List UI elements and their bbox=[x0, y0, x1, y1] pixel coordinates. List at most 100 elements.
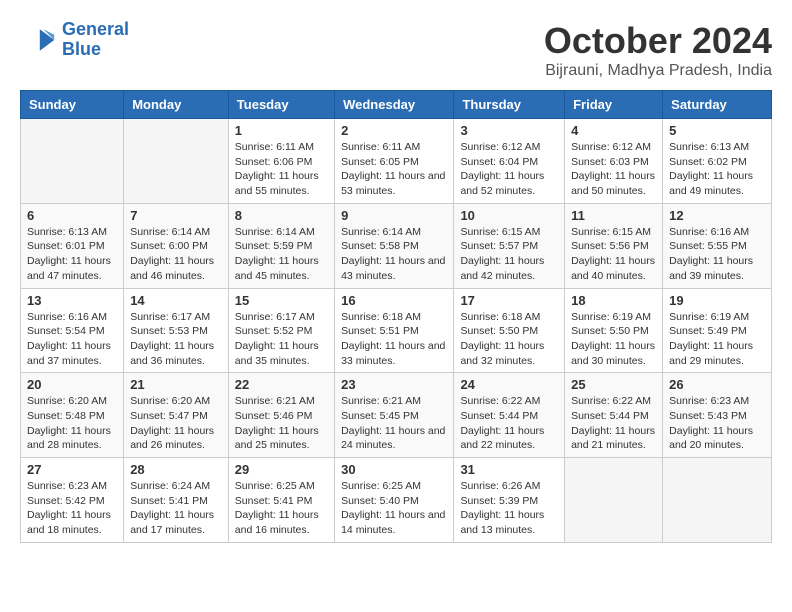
day-number: 4 bbox=[571, 123, 656, 138]
calendar-week-row: 13 Sunrise: 6:16 AMSunset: 5:54 PMDayligh… bbox=[21, 288, 772, 373]
day-number: 15 bbox=[235, 293, 328, 308]
day-detail: Sunrise: 6:25 AMSunset: 5:40 PMDaylight:… bbox=[341, 479, 447, 538]
day-number: 31 bbox=[460, 462, 558, 477]
calendar-week-row: 27Sunrise: 6:23 AMSunset: 5:42 PMDayligh… bbox=[21, 458, 772, 543]
day-detail: Sunrise: 6:11 AMSunset: 6:06 PMDaylight:… bbox=[235, 140, 328, 199]
day-detail: Sunrise: 6:18 AMSunset: 5:50 PMDaylight:… bbox=[460, 310, 558, 369]
calendar-cell: 2 Sunrise: 6:11 AMSunset: 6:05 PMDaylight… bbox=[335, 119, 454, 204]
logo-icon bbox=[20, 22, 56, 58]
day-detail: Sunrise: 6:17 AMSunset: 5:52 PMDaylight:… bbox=[235, 310, 328, 369]
day-number: 3 bbox=[460, 123, 558, 138]
calendar-cell bbox=[663, 458, 772, 543]
day-detail: Sunrise: 6:19 AMSunset: 5:50 PMDaylight:… bbox=[571, 310, 656, 369]
day-number: 6 bbox=[27, 208, 117, 223]
calendar-body: 1 Sunrise: 6:11 AMSunset: 6:06 PMDaylight… bbox=[21, 119, 772, 543]
calendar-cell: 31 Sunrise: 6:26 AMSunset: 5:39 PMDayligh… bbox=[454, 458, 565, 543]
calendar-cell bbox=[124, 119, 229, 204]
day-detail: Sunrise: 6:16 AMSunset: 5:54 PMDaylight:… bbox=[27, 310, 117, 369]
calendar-cell: 14 Sunrise: 6:17 AMSunset: 5:53 PMDayligh… bbox=[124, 288, 229, 373]
calendar-cell: 26 Sunrise: 6:23 AMSunset: 5:43 PMDayligh… bbox=[663, 373, 772, 458]
calendar-cell: 10Sunrise: 6:15 AMSunset: 5:57 PMDayligh… bbox=[454, 203, 565, 288]
calendar-table: SundayMondayTuesdayWednesdayThursdayFrid… bbox=[20, 90, 772, 543]
calendar-cell: 4 Sunrise: 6:12 AMSunset: 6:03 PMDaylight… bbox=[565, 119, 663, 204]
day-detail: Sunrise: 6:13 AMSunset: 6:02 PMDaylight:… bbox=[669, 140, 765, 199]
calendar-cell: 29 Sunrise: 6:25 AMSunset: 5:41 PMDayligh… bbox=[228, 458, 334, 543]
weekday-header-friday: Friday bbox=[565, 91, 663, 119]
day-number: 2 bbox=[341, 123, 447, 138]
calendar-cell: 18Sunrise: 6:19 AMSunset: 5:50 PMDayligh… bbox=[565, 288, 663, 373]
day-number: 5 bbox=[669, 123, 765, 138]
month-title: October 2024 bbox=[544, 20, 772, 62]
calendar-cell: 1 Sunrise: 6:11 AMSunset: 6:06 PMDaylight… bbox=[228, 119, 334, 204]
day-detail: Sunrise: 6:12 AMSunset: 6:03 PMDaylight:… bbox=[571, 140, 656, 199]
calendar-cell: 21 Sunrise: 6:20 AMSunset: 5:47 PMDayligh… bbox=[124, 373, 229, 458]
logo-line2: Blue bbox=[62, 39, 101, 59]
calendar-cell: 20Sunrise: 6:20 AMSunset: 5:48 PMDayligh… bbox=[21, 373, 124, 458]
calendar-cell bbox=[565, 458, 663, 543]
day-detail: Sunrise: 6:26 AMSunset: 5:39 PMDaylight:… bbox=[460, 479, 558, 538]
calendar-week-row: 20Sunrise: 6:20 AMSunset: 5:48 PMDayligh… bbox=[21, 373, 772, 458]
day-detail: Sunrise: 6:14 AMSunset: 6:00 PMDaylight:… bbox=[130, 225, 222, 284]
calendar-cell: 11 Sunrise: 6:15 AMSunset: 5:56 PMDayligh… bbox=[565, 203, 663, 288]
day-number: 23 bbox=[341, 377, 447, 392]
day-number: 1 bbox=[235, 123, 328, 138]
logo: General Blue bbox=[20, 20, 129, 60]
day-detail: Sunrise: 6:11 AMSunset: 6:05 PMDaylight:… bbox=[341, 140, 447, 199]
logo-line1: General bbox=[62, 19, 129, 39]
weekday-header-tuesday: Tuesday bbox=[228, 91, 334, 119]
day-number: 14 bbox=[130, 293, 222, 308]
day-detail: Sunrise: 6:17 AMSunset: 5:53 PMDaylight:… bbox=[130, 310, 222, 369]
calendar-cell: 8 Sunrise: 6:14 AMSunset: 5:59 PMDaylight… bbox=[228, 203, 334, 288]
day-number: 9 bbox=[341, 208, 447, 223]
page-header: General Blue October 2024 Bijrauni, Madh… bbox=[20, 20, 772, 80]
day-number: 21 bbox=[130, 377, 222, 392]
calendar-cell: 6 Sunrise: 6:13 AMSunset: 6:01 PMDaylight… bbox=[21, 203, 124, 288]
day-number: 12 bbox=[669, 208, 765, 223]
day-detail: Sunrise: 6:14 AMSunset: 5:58 PMDaylight:… bbox=[341, 225, 447, 284]
calendar-cell: 12Sunrise: 6:16 AMSunset: 5:55 PMDayligh… bbox=[663, 203, 772, 288]
calendar-cell bbox=[21, 119, 124, 204]
day-number: 13 bbox=[27, 293, 117, 308]
day-number: 11 bbox=[571, 208, 656, 223]
weekday-header-monday: Monday bbox=[124, 91, 229, 119]
calendar-cell: 3 Sunrise: 6:12 AMSunset: 6:04 PMDaylight… bbox=[454, 119, 565, 204]
calendar-cell: 15 Sunrise: 6:17 AMSunset: 5:52 PMDayligh… bbox=[228, 288, 334, 373]
day-number: 28 bbox=[130, 462, 222, 477]
day-detail: Sunrise: 6:20 AMSunset: 5:47 PMDaylight:… bbox=[130, 394, 222, 453]
calendar-cell: 13 Sunrise: 6:16 AMSunset: 5:54 PMDayligh… bbox=[21, 288, 124, 373]
day-number: 29 bbox=[235, 462, 328, 477]
calendar-header: SundayMondayTuesdayWednesdayThursdayFrid… bbox=[21, 91, 772, 119]
calendar-week-row: 6 Sunrise: 6:13 AMSunset: 6:01 PMDaylight… bbox=[21, 203, 772, 288]
day-detail: Sunrise: 6:21 AMSunset: 5:45 PMDaylight:… bbox=[341, 394, 447, 453]
day-detail: Sunrise: 6:19 AMSunset: 5:49 PMDaylight:… bbox=[669, 310, 765, 369]
calendar-cell: 16Sunrise: 6:18 AMSunset: 5:51 PMDayligh… bbox=[335, 288, 454, 373]
day-number: 20 bbox=[27, 377, 117, 392]
calendar-cell: 30Sunrise: 6:25 AMSunset: 5:40 PMDayligh… bbox=[335, 458, 454, 543]
location-subtitle: Bijrauni, Madhya Pradesh, India bbox=[544, 62, 772, 80]
day-number: 26 bbox=[669, 377, 765, 392]
calendar-cell: 19 Sunrise: 6:19 AMSunset: 5:49 PMDayligh… bbox=[663, 288, 772, 373]
weekday-header-row: SundayMondayTuesdayWednesdayThursdayFrid… bbox=[21, 91, 772, 119]
weekday-header-saturday: Saturday bbox=[663, 91, 772, 119]
day-number: 8 bbox=[235, 208, 328, 223]
day-detail: Sunrise: 6:23 AMSunset: 5:42 PMDaylight:… bbox=[27, 479, 117, 538]
day-number: 22 bbox=[235, 377, 328, 392]
calendar-cell: 28Sunrise: 6:24 AMSunset: 5:41 PMDayligh… bbox=[124, 458, 229, 543]
day-number: 19 bbox=[669, 293, 765, 308]
day-detail: Sunrise: 6:22 AMSunset: 5:44 PMDaylight:… bbox=[571, 394, 656, 453]
day-number: 24 bbox=[460, 377, 558, 392]
day-detail: Sunrise: 6:15 AMSunset: 5:57 PMDaylight:… bbox=[460, 225, 558, 284]
calendar-cell: 17Sunrise: 6:18 AMSunset: 5:50 PMDayligh… bbox=[454, 288, 565, 373]
title-block: October 2024 Bijrauni, Madhya Pradesh, I… bbox=[544, 20, 772, 80]
day-detail: Sunrise: 6:12 AMSunset: 6:04 PMDaylight:… bbox=[460, 140, 558, 199]
day-detail: Sunrise: 6:25 AMSunset: 5:41 PMDaylight:… bbox=[235, 479, 328, 538]
day-detail: Sunrise: 6:14 AMSunset: 5:59 PMDaylight:… bbox=[235, 225, 328, 284]
weekday-header-sunday: Sunday bbox=[21, 91, 124, 119]
day-detail: Sunrise: 6:13 AMSunset: 6:01 PMDaylight:… bbox=[27, 225, 117, 284]
weekday-header-wednesday: Wednesday bbox=[335, 91, 454, 119]
calendar-cell: 22Sunrise: 6:21 AMSunset: 5:46 PMDayligh… bbox=[228, 373, 334, 458]
calendar-cell: 7 Sunrise: 6:14 AMSunset: 6:00 PMDaylight… bbox=[124, 203, 229, 288]
day-number: 7 bbox=[130, 208, 222, 223]
day-detail: Sunrise: 6:23 AMSunset: 5:43 PMDaylight:… bbox=[669, 394, 765, 453]
day-detail: Sunrise: 6:15 AMSunset: 5:56 PMDaylight:… bbox=[571, 225, 656, 284]
